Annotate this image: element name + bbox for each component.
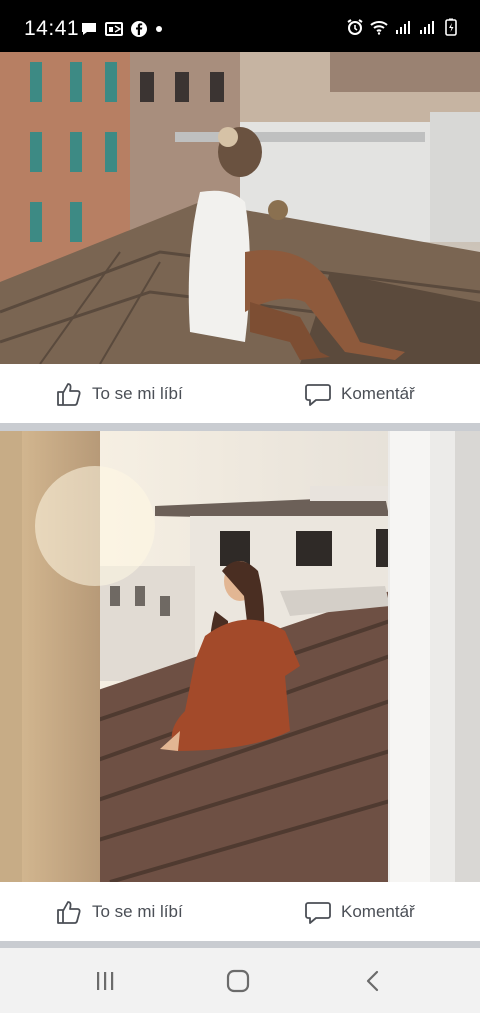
battery-charging-icon — [445, 18, 457, 36]
status-bar: 14:41 — [0, 0, 480, 52]
comment-label: Komentář — [341, 901, 415, 921]
alarm-icon — [347, 19, 363, 35]
comment-button[interactable]: Komentář — [304, 364, 415, 423]
post-photo[interactable] — [0, 52, 480, 364]
home-icon — [226, 969, 250, 993]
feed-post: To se mi líbí Komentář — [0, 52, 480, 423]
notification-icons — [80, 20, 163, 38]
recents-icon — [97, 972, 114, 990]
navigation-bar — [0, 948, 480, 1013]
like-button[interactable]: To se mi líbí — [55, 364, 183, 423]
comment-label: Komentář — [341, 383, 415, 403]
back-button[interactable] — [358, 966, 388, 996]
comment-button[interactable]: Komentář — [304, 882, 415, 941]
like-button[interactable]: To se mi líbí — [55, 882, 183, 941]
post-photo[interactable] — [0, 431, 480, 882]
post-action-bar: To se mi líbí Komentář — [0, 364, 480, 423]
like-label: To se mi líbí — [92, 383, 183, 403]
like-label: To se mi líbí — [92, 901, 183, 921]
rooftop-woman-photo — [0, 52, 480, 364]
facebook-icon — [131, 21, 147, 37]
dot-icon — [156, 26, 162, 32]
status-time: 14:41 — [24, 17, 80, 40]
chat-icon — [82, 23, 96, 35]
home-button[interactable] — [223, 966, 253, 996]
recents-button[interactable] — [90, 966, 120, 996]
thumbs-up-icon — [57, 900, 81, 924]
back-icon — [366, 970, 379, 992]
signal-icon — [420, 21, 434, 34]
feed-post: To se mi líbí Komentář — [0, 431, 480, 941]
thumbs-up-icon — [57, 382, 81, 406]
wifi-icon — [370, 21, 388, 35]
rooftop-woman-red-dress-photo — [0, 431, 480, 882]
speech-bubble-icon — [305, 383, 331, 406]
signal-icon — [396, 21, 410, 34]
post-action-bar: To se mi líbí Komentář — [0, 882, 480, 941]
system-icons — [346, 18, 460, 36]
outlook-icon — [105, 22, 123, 36]
speech-bubble-icon — [305, 901, 331, 924]
